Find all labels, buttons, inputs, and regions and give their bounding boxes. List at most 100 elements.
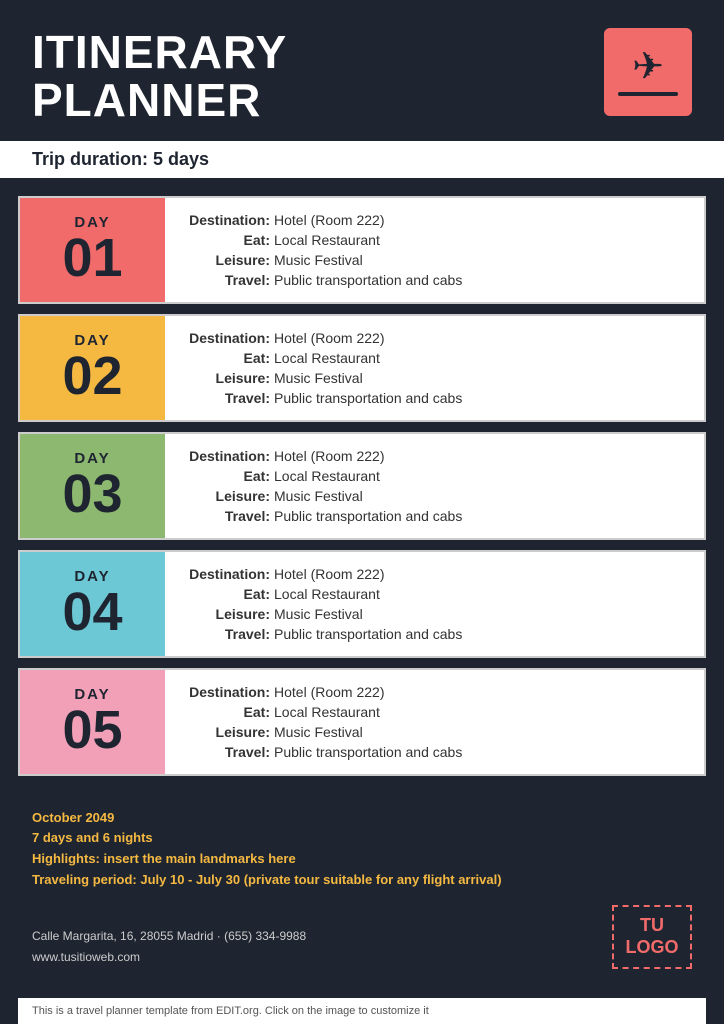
destination-label-4: Destination:: [185, 566, 270, 582]
leisure-label-1: Leisure:: [185, 252, 270, 268]
detail-destination-4: Destination: Hotel (Room 222): [185, 566, 684, 582]
destination-value-4: Hotel (Room 222): [274, 566, 385, 582]
footer-website: www.tusitioweb.com: [32, 947, 306, 969]
destination-label-3: Destination:: [185, 448, 270, 464]
footer-highlights: October 2049 7 days and 6 nights Highlig…: [32, 808, 692, 891]
day-label-3: DAY 03: [20, 434, 165, 538]
footer-line2: 7 days and 6 nights: [32, 828, 692, 849]
detail-travel-3: Travel: Public transportation and cabs: [185, 508, 684, 524]
detail-destination-2: Destination: Hotel (Room 222): [185, 330, 684, 346]
detail-destination-5: Destination: Hotel (Room 222): [185, 684, 684, 700]
destination-label-5: Destination:: [185, 684, 270, 700]
leisure-value-4: Music Festival: [274, 606, 363, 622]
eat-value-2: Local Restaurant: [274, 350, 380, 366]
plane-line: [618, 92, 678, 96]
travel-label-1: Travel:: [185, 272, 270, 288]
days-section: DAY 01 Destination: Hotel (Room 222) Eat…: [0, 178, 724, 776]
trip-duration-text: Trip duration: 5 days: [32, 149, 209, 169]
eat-value-4: Local Restaurant: [274, 586, 380, 602]
travel-label-4: Travel:: [185, 626, 270, 642]
eat-label-2: Eat:: [185, 350, 270, 366]
day-number-1: 01: [62, 231, 122, 285]
travel-label-3: Travel:: [185, 508, 270, 524]
detail-travel-4: Travel: Public transportation and cabs: [185, 626, 684, 642]
travel-value-5: Public transportation and cabs: [274, 744, 462, 760]
footer-bottom: This is a travel planner template from E…: [18, 998, 706, 1024]
day-label-4: DAY 04: [20, 552, 165, 656]
header: ITINERARY PLANNER ✈: [0, 0, 724, 141]
trip-duration-bar: Trip duration: 5 days: [0, 141, 724, 178]
day-label-5: DAY 05: [20, 670, 165, 774]
travel-label-2: Travel:: [185, 390, 270, 406]
eat-label-5: Eat:: [185, 704, 270, 720]
footer-line1: October 2049: [32, 808, 692, 829]
detail-leisure-5: Leisure: Music Festival: [185, 724, 684, 740]
day-row-3: DAY 03 Destination: Hotel (Room 222) Eat…: [18, 432, 706, 540]
tu-logo-box: TULOGO: [612, 905, 692, 969]
day-number-5: 05: [62, 703, 122, 757]
day-row-1: DAY 01 Destination: Hotel (Room 222) Eat…: [18, 196, 706, 304]
eat-value-5: Local Restaurant: [274, 704, 380, 720]
leisure-label-4: Leisure:: [185, 606, 270, 622]
footer-contact: Calle Margarita, 16, 28055 Madrid · (655…: [32, 926, 306, 969]
tu-logo-text: TULOGO: [626, 915, 679, 958]
footer-bottom-note: This is a travel planner template from E…: [32, 1005, 429, 1017]
leisure-value-5: Music Festival: [274, 724, 363, 740]
day-number-3: 03: [62, 467, 122, 521]
detail-travel-5: Travel: Public transportation and cabs: [185, 744, 684, 760]
page-wrapper: ITINERARY PLANNER ✈ Trip duration: 5 day…: [0, 0, 724, 1024]
eat-label-3: Eat:: [185, 468, 270, 484]
destination-value-1: Hotel (Room 222): [274, 212, 385, 228]
detail-leisure-1: Leisure: Music Festival: [185, 252, 684, 268]
detail-travel-2: Travel: Public transportation and cabs: [185, 390, 684, 406]
day-details-4: Destination: Hotel (Room 222) Eat: Local…: [165, 552, 704, 656]
leisure-value-1: Music Festival: [274, 252, 363, 268]
eat-label-1: Eat:: [185, 232, 270, 248]
detail-eat-3: Eat: Local Restaurant: [185, 468, 684, 484]
leisure-value-3: Music Festival: [274, 488, 363, 504]
day-number-2: 02: [62, 349, 122, 403]
travel-value-3: Public transportation and cabs: [274, 508, 462, 524]
day-number-4: 04: [62, 585, 122, 639]
footer: October 2049 7 days and 6 nights Highlig…: [0, 776, 724, 1024]
day-details-3: Destination: Hotel (Room 222) Eat: Local…: [165, 434, 704, 538]
destination-value-2: Hotel (Room 222): [274, 330, 385, 346]
footer-line3: Highlights: insert the main landmarks he…: [32, 849, 692, 870]
plane-icon: ✈: [632, 48, 664, 86]
leisure-label-2: Leisure:: [185, 370, 270, 386]
destination-label-1: Destination:: [185, 212, 270, 228]
detail-travel-1: Travel: Public transportation and cabs: [185, 272, 684, 288]
detail-destination-3: Destination: Hotel (Room 222): [185, 448, 684, 464]
day-label-1: DAY 01: [20, 198, 165, 302]
detail-leisure-4: Leisure: Music Festival: [185, 606, 684, 622]
footer-line4: Traveling period: July 10 - July 30 (pri…: [32, 870, 692, 891]
travel-value-2: Public transportation and cabs: [274, 390, 462, 406]
day-details-2: Destination: Hotel (Room 222) Eat: Local…: [165, 316, 704, 420]
day-row-4: DAY 04 Destination: Hotel (Room 222) Eat…: [18, 550, 706, 658]
footer-info: October 2049 7 days and 6 nights Highlig…: [18, 794, 706, 891]
destination-value-5: Hotel (Room 222): [274, 684, 385, 700]
detail-destination-1: Destination: Hotel (Room 222): [185, 212, 684, 228]
eat-value-3: Local Restaurant: [274, 468, 380, 484]
travel-value-1: Public transportation and cabs: [274, 272, 462, 288]
travel-label-5: Travel:: [185, 744, 270, 760]
day-row-2: DAY 02 Destination: Hotel (Room 222) Eat…: [18, 314, 706, 422]
detail-leisure-3: Leisure: Music Festival: [185, 488, 684, 504]
detail-leisure-2: Leisure: Music Festival: [185, 370, 684, 386]
day-details-1: Destination: Hotel (Room 222) Eat: Local…: [165, 198, 704, 302]
eat-label-4: Eat:: [185, 586, 270, 602]
day-label-2: DAY 02: [20, 316, 165, 420]
detail-eat-1: Eat: Local Restaurant: [185, 232, 684, 248]
day-row-5: DAY 05 Destination: Hotel (Room 222) Eat…: [18, 668, 706, 776]
detail-eat-4: Eat: Local Restaurant: [185, 586, 684, 602]
travel-value-4: Public transportation and cabs: [274, 626, 462, 642]
detail-eat-2: Eat: Local Restaurant: [185, 350, 684, 366]
footer-address: Calle Margarita, 16, 28055 Madrid · (655…: [32, 926, 306, 948]
destination-label-2: Destination:: [185, 330, 270, 346]
leisure-label-5: Leisure:: [185, 724, 270, 740]
detail-eat-5: Eat: Local Restaurant: [185, 704, 684, 720]
header-title: ITINERARY PLANNER: [32, 28, 287, 125]
destination-value-3: Hotel (Room 222): [274, 448, 385, 464]
footer-contact-row: Calle Margarita, 16, 28055 Madrid · (655…: [18, 905, 706, 979]
leisure-label-3: Leisure:: [185, 488, 270, 504]
